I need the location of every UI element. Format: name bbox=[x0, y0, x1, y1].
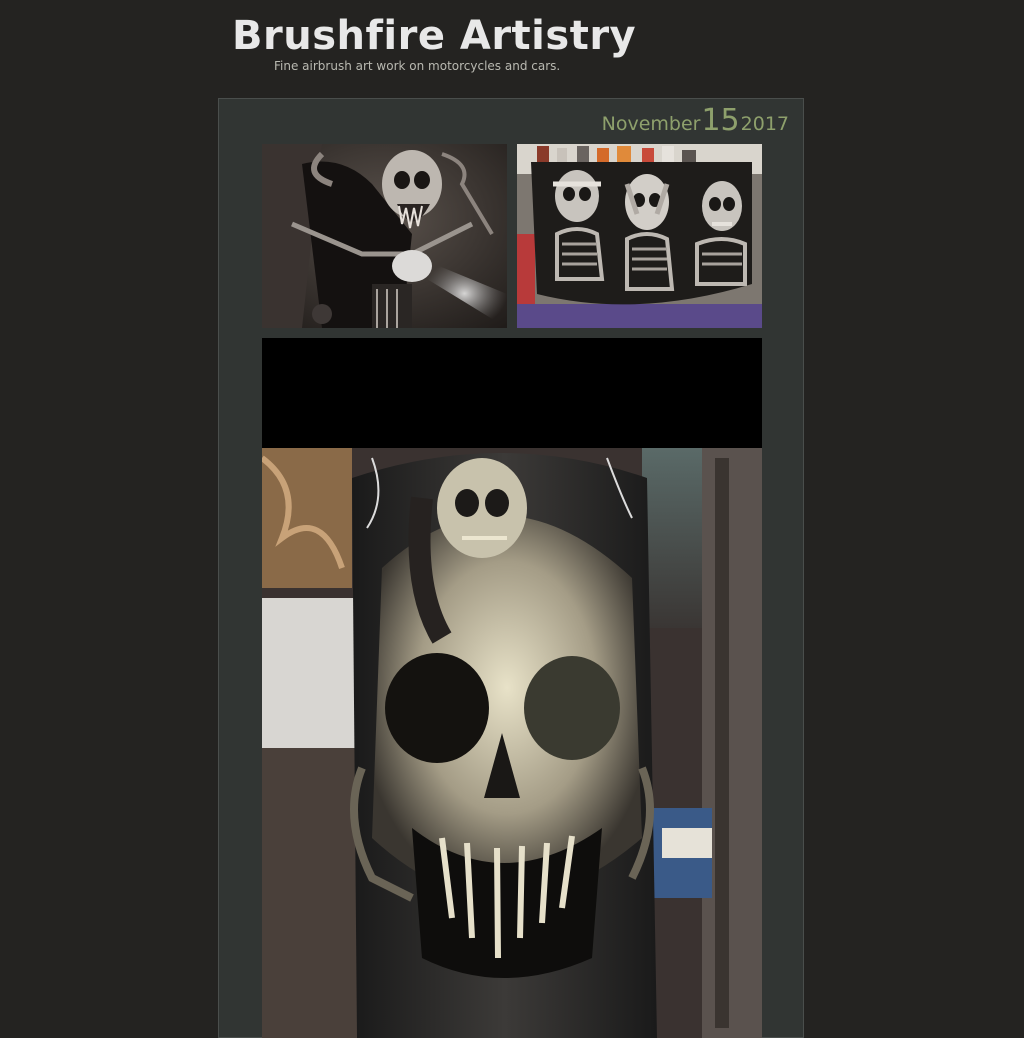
photo-three-skeletons[interactable] bbox=[517, 144, 762, 328]
site-header: Brushfire Artistry Fine airbrush art wor… bbox=[0, 0, 1024, 98]
photo-skull-fender-image bbox=[262, 338, 762, 1038]
photo-skeleton-rider[interactable] bbox=[262, 144, 507, 328]
photo-skull-fender[interactable] bbox=[262, 338, 762, 1038]
photo-three-skeletons-image bbox=[517, 144, 762, 328]
photo-skeleton-rider-image bbox=[262, 144, 507, 328]
site-title[interactable]: Brushfire Artistry bbox=[232, 12, 636, 60]
blog-post: November 15 2017 bbox=[218, 98, 804, 1038]
post-date-day: 15 bbox=[701, 103, 740, 138]
post-date-month: November bbox=[601, 113, 701, 135]
post-date-year: 2017 bbox=[740, 113, 789, 135]
post-date: November 15 2017 bbox=[602, 103, 789, 138]
site-tagline: Fine airbrush art work on motorcycles an… bbox=[274, 59, 561, 73]
